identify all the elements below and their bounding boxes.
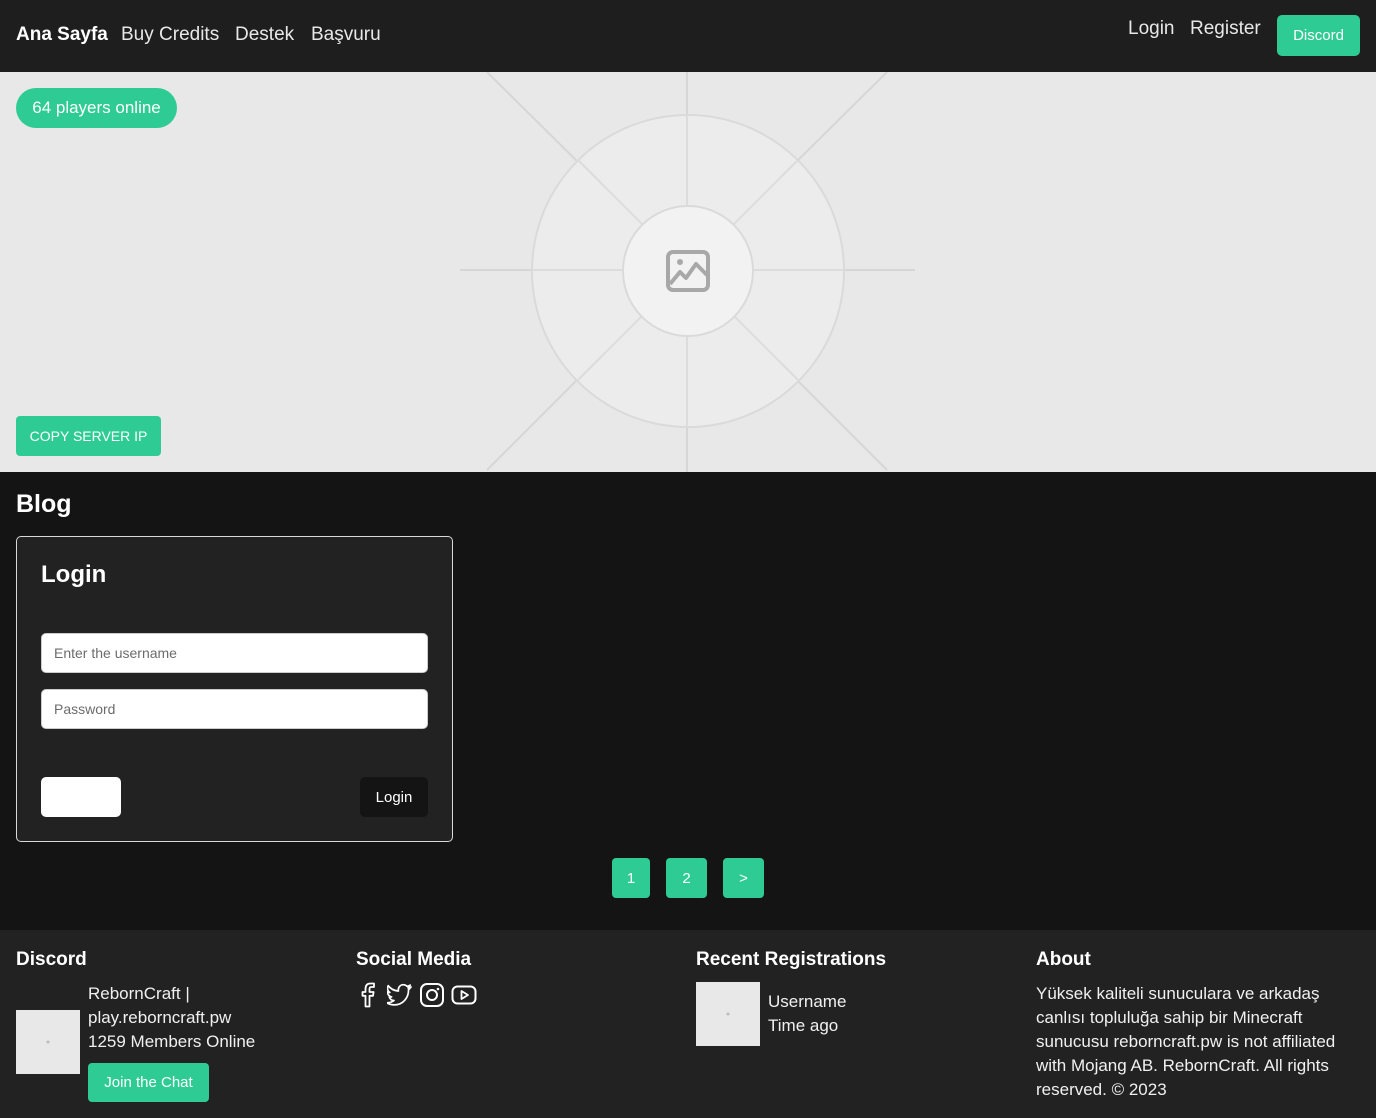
footer-about-title: About bbox=[1036, 949, 1091, 970]
footer: Discord RebornCraft | play.reborncraft.p… bbox=[0, 930, 1376, 1118]
hero-banner: 64 players online COPY SERVER IP bbox=[0, 72, 1376, 472]
page-2-button[interactable]: 2 bbox=[666, 858, 707, 898]
discord-server-icon bbox=[16, 1010, 80, 1074]
discord-server-name: RebornCraft | bbox=[88, 984, 190, 1003]
navbar: Ana Sayfa Buy Credits Destek Başvuru Log… bbox=[0, 0, 1376, 72]
about-text: Yüksek kaliteli sunuculara ve arkadaş ca… bbox=[1036, 984, 1336, 1099]
instagram-icon[interactable] bbox=[419, 982, 445, 1008]
twitter-icon[interactable] bbox=[387, 982, 413, 1008]
nav-destek-link[interactable]: Destek bbox=[235, 24, 294, 46]
image-icon bbox=[666, 250, 710, 292]
copy-server-ip-button[interactable]: COPY SERVER IP bbox=[16, 416, 161, 456]
page-1-button[interactable]: 1 bbox=[612, 858, 650, 898]
footer-discord-title: Discord bbox=[16, 949, 87, 970]
players-online-badge: 64 players online bbox=[16, 88, 177, 128]
blog-title: Blog bbox=[16, 490, 72, 518]
recent-username[interactable]: Username bbox=[768, 990, 846, 1014]
discord-button[interactable]: Discord bbox=[1277, 15, 1360, 56]
login-submit-button[interactable]: Login bbox=[360, 777, 428, 817]
login-card: Login Login bbox=[16, 536, 453, 842]
captcha-box[interactable] bbox=[41, 777, 121, 817]
nav-buy-credits-link[interactable]: Buy Credits bbox=[121, 24, 219, 46]
facebook-icon[interactable] bbox=[356, 982, 382, 1008]
footer-social-title: Social Media bbox=[356, 949, 472, 970]
user-avatar bbox=[696, 982, 760, 1046]
password-input[interactable] bbox=[41, 689, 428, 729]
login-card-title: Login bbox=[41, 561, 107, 588]
youtube-icon[interactable] bbox=[451, 982, 477, 1008]
nav-register-link[interactable]: Register bbox=[1190, 18, 1261, 40]
nav-login-link[interactable]: Login bbox=[1128, 18, 1175, 40]
discord-server-address: play.reborncraft.pw bbox=[88, 1008, 232, 1027]
footer-recent-title: Recent Registrations bbox=[696, 949, 887, 970]
next-page-button[interactable]: > bbox=[723, 858, 764, 898]
nav-basvuru-link[interactable]: Başvuru bbox=[311, 24, 381, 46]
nav-home-link[interactable]: Ana Sayfa bbox=[16, 24, 108, 46]
username-input[interactable] bbox=[41, 633, 428, 673]
recent-time: Time ago bbox=[768, 1016, 839, 1035]
join-chat-button[interactable]: Join the Chat bbox=[88, 1063, 209, 1102]
discord-members-online: 1259 Members Online bbox=[88, 1032, 256, 1051]
